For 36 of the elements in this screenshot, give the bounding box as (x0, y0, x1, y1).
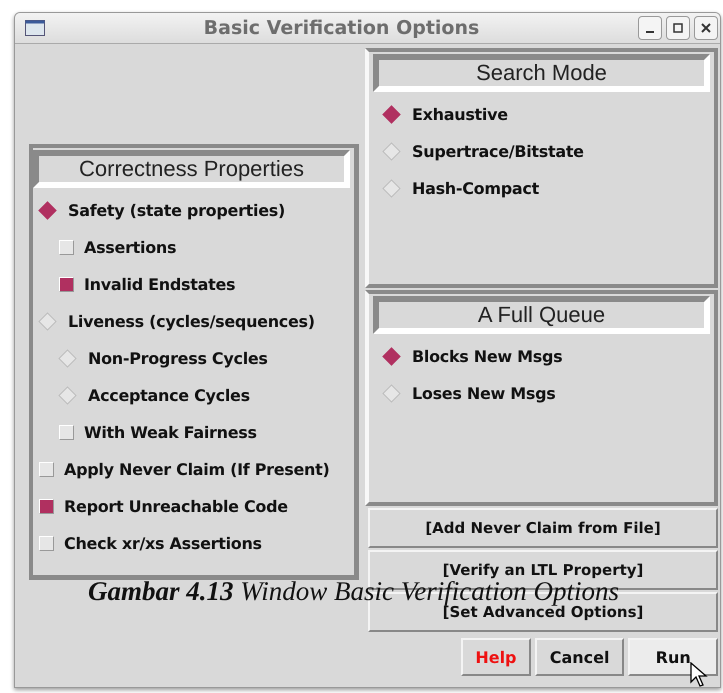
pointer-cursor-icon (690, 662, 708, 688)
panel-header: A Full Queue (373, 296, 710, 334)
option-label: Report Unreachable Code (64, 497, 288, 516)
panel-header: Correctness Properties (33, 150, 350, 188)
option-label: Acceptance Cycles (88, 386, 250, 405)
checkbox[interactable] (59, 277, 74, 292)
option-label: Assertions (84, 238, 176, 257)
close-icon (701, 23, 711, 33)
panel-header: Search Mode (373, 54, 710, 92)
option-label: Non-Progress Cycles (88, 349, 268, 368)
option-label: Liveness (cycles/sequences) (68, 312, 315, 331)
option-label: Loses New Msgs (412, 384, 556, 403)
action-button[interactable]: [Add Never Claim from File] (368, 508, 718, 548)
maximize-icon (673, 23, 683, 33)
option-label: Safety (state properties) (68, 201, 285, 220)
option-label: Blocks New Msgs (412, 347, 562, 366)
option-label: Exhaustive (412, 105, 508, 124)
checkbox[interactable] (59, 425, 74, 440)
checkbox[interactable] (39, 536, 54, 551)
checkbox[interactable] (39, 499, 54, 514)
close-button[interactable] (694, 16, 718, 40)
option-label: Supertrace/Bitstate (412, 142, 584, 161)
dialog-button[interactable]: Run (628, 638, 718, 676)
option-label: With Weak Fairness (84, 423, 257, 442)
checkbox[interactable] (59, 240, 74, 255)
option-label: Apply Never Claim (If Present) (64, 460, 330, 479)
minimize-icon (646, 31, 654, 33)
checkbox[interactable] (39, 462, 54, 477)
option-label: Invalid Endstates (84, 275, 236, 294)
window-icon (25, 20, 45, 36)
option-label: Check xr/xs Assertions (64, 534, 262, 553)
minimize-button[interactable] (638, 16, 662, 40)
maximize-button[interactable] (666, 16, 690, 40)
option-label: Hash-Compact (412, 179, 539, 198)
dialog-button[interactable]: Cancel (534, 638, 624, 676)
window-title: Basic Verification Options (202, 17, 480, 39)
